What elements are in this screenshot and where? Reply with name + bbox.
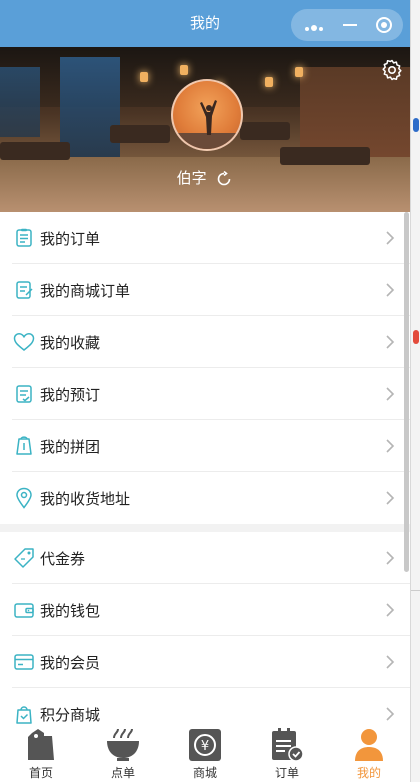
coupon-icon: [13, 547, 35, 569]
home-tag-icon: [21, 725, 61, 765]
chevron-right-icon: [386, 491, 395, 505]
settings-gear-icon[interactable]: [380, 58, 404, 82]
chevron-right-icon: [386, 603, 395, 617]
menu-item-wallet[interactable]: 我的钱包: [0, 584, 410, 636]
menu-item-label: 我的拼团: [40, 437, 101, 456]
menu-item-label: 我的商城订单: [40, 281, 131, 300]
menu-item-favorites[interactable]: 我的收藏: [0, 316, 410, 368]
mini-program-capsule: [291, 9, 403, 41]
target-circle-icon: [376, 17, 392, 33]
tab-orders[interactable]: 订单: [246, 724, 328, 782]
minimize-button[interactable]: [333, 9, 367, 41]
tab-me[interactable]: 我的: [328, 724, 410, 782]
close-program-button[interactable]: [367, 9, 401, 41]
background-window-edge: [410, 0, 420, 782]
menu-item-coupons[interactable]: 代金券: [0, 532, 410, 584]
menu-item-label: 我的钱包: [40, 601, 101, 620]
order-clipboard-icon: [267, 725, 307, 765]
menu-item-label: 我的收藏: [40, 333, 101, 352]
svg-text:¥: ¥: [201, 739, 209, 754]
tab-label: 商城: [192, 766, 217, 780]
account-menu: 我的订单 我的商城订单 我的收藏 我的预订 我的拼团 我的收货地址: [0, 212, 410, 524]
avatar-silhouette-icon: [173, 100, 241, 149]
wallet-icon: [13, 599, 35, 621]
location-pin-icon: [13, 487, 35, 509]
tab-order-food[interactable]: 点单: [82, 724, 164, 782]
chevron-right-icon: [386, 335, 395, 349]
menu-item-my-orders[interactable]: 我的订单: [0, 212, 410, 264]
chevron-right-icon: [386, 707, 395, 721]
menu-item-label: 积分商城: [40, 705, 101, 724]
chevron-right-icon: [386, 655, 395, 669]
avatar[interactable]: [171, 79, 243, 151]
chevron-right-icon: [386, 231, 395, 245]
bottom-tab-bar: 首页 点单 ¥ 商城 订单 我的: [0, 724, 410, 782]
heart-icon: [13, 331, 35, 353]
tab-label: 首页: [28, 766, 53, 780]
mall-order-icon: [13, 279, 35, 301]
profile-username[interactable]: 伯字: [0, 167, 410, 189]
chevron-right-icon: [386, 551, 395, 565]
chevron-right-icon: [386, 283, 395, 297]
menu-item-label: 我的会员: [40, 653, 101, 672]
wallet-menu: 代金券 我的钱包 我的会员 积分商城: [0, 532, 410, 740]
menu-item-shipping-address[interactable]: 我的收货地址: [0, 472, 410, 524]
app-window: 我的 伯字 我的订单 我的商城订单 我的收藏 我的预订 我的拼团 我的收货地址 …: [0, 0, 410, 782]
membership-card-icon: [13, 651, 35, 673]
title-bar: 我的: [0, 0, 410, 47]
menu-item-mall-orders[interactable]: 我的商城订单: [0, 264, 410, 316]
tab-label: 点单: [110, 766, 135, 780]
reservation-icon: [13, 383, 35, 405]
group-buy-icon: [13, 435, 35, 457]
menu-item-membership[interactable]: 我的会员: [0, 636, 410, 688]
menu-item-label: 代金券: [40, 549, 86, 568]
menu-item-group-buy[interactable]: 我的拼团: [0, 420, 410, 472]
menu-item-label: 我的预订: [40, 385, 101, 404]
chevron-right-icon: [386, 387, 395, 401]
scrollbar[interactable]: [404, 212, 409, 572]
tab-label: 订单: [274, 766, 299, 780]
more-menu-button[interactable]: [297, 9, 331, 41]
mall-yuan-icon: ¥: [185, 725, 225, 765]
menu-item-reservations[interactable]: 我的预订: [0, 368, 410, 420]
menu-item-label: 我的订单: [40, 229, 101, 248]
minimize-icon: [343, 24, 357, 26]
bowl-icon: [103, 725, 143, 765]
section-divider: [0, 524, 410, 532]
more-dots-icon: [304, 16, 324, 35]
order-list-icon: [13, 227, 35, 249]
username-text: 伯字: [176, 169, 207, 187]
tab-label: 我的: [356, 766, 381, 780]
tab-home[interactable]: 首页: [0, 724, 82, 782]
tab-mall[interactable]: ¥ 商城: [164, 724, 246, 782]
points-mall-icon: [13, 703, 35, 725]
person-icon: [349, 725, 389, 765]
refresh-icon[interactable]: [215, 170, 233, 188]
menu-item-label: 我的收货地址: [40, 489, 131, 508]
chevron-right-icon: [386, 439, 395, 453]
